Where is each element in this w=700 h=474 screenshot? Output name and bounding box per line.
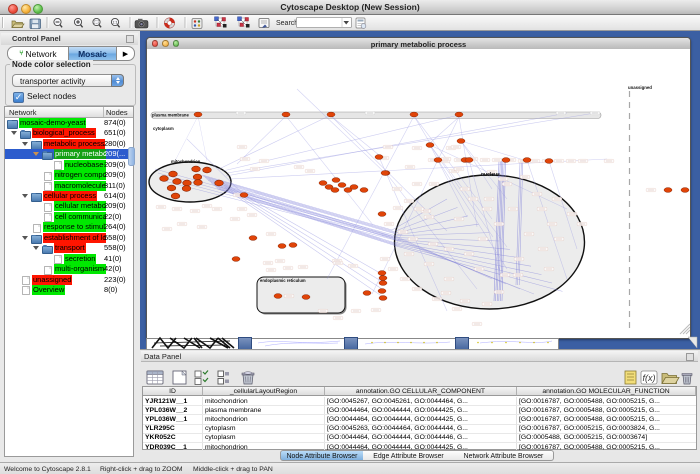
svg-text:unassigned: unassigned [628,85,652,90]
svg-text:cytoplasm: cytoplasm [153,126,174,131]
svg-text:plasma membrane: plasma membrane [152,113,189,118]
svg-text:mitochondrion: mitochondrion [171,159,201,164]
svg-text:endoplasmic reticulum: endoplasmic reticulum [260,278,306,283]
svg-text:f(x): f(x) [643,373,656,383]
svg-text:nucleus: nucleus [481,172,500,178]
svg-text:1:1: 1:1 [113,21,118,25]
